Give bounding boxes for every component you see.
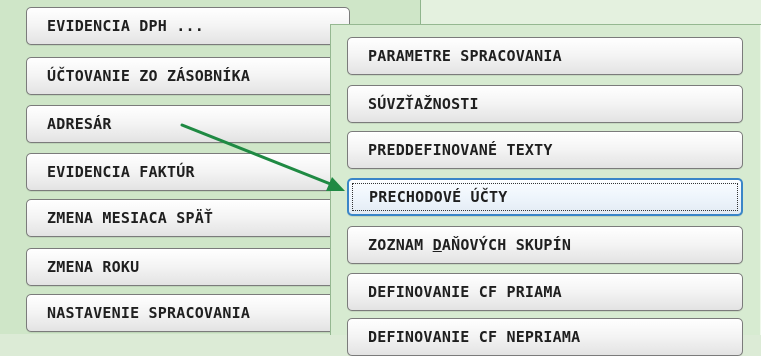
menu-item-evidencia-faktur[interactable]: EVIDENCIA FAKTÚR	[26, 153, 350, 191]
menu-item-evidencia-dph[interactable]: EVIDENCIA DPH ...	[26, 7, 350, 45]
menu-item-zmena-mesiaca-spat[interactable]: ZMENA MESIACA SPÄŤ	[26, 199, 350, 237]
submenu-item-suvztaznosti[interactable]: SÚVZŤAŽNOSTI	[347, 85, 743, 123]
submenu-item-preddefinovane-texty[interactable]: PREDDEFINOVANÉ TEXTY	[347, 131, 743, 169]
submenu-item-definovanie-cf-priama[interactable]: DEFINOVANIE CF PRIAMA	[347, 273, 743, 311]
submenu-item-hotkey-letter: D	[432, 236, 442, 254]
menu-item-nastavenie-spracovania[interactable]: NASTAVENIE SPRACOVANIA	[26, 294, 350, 332]
submenu-item-prechodove-ucty[interactable]: PRECHODOVÉ ÚČTY	[347, 178, 743, 216]
submenu-item-label-suffix: AŇOVÝCH SKUPÍN	[441, 236, 572, 254]
submenu-item-zoznam-danovych-skupin[interactable]: ZOZNAM D AŇOVÝCH SKUPÍN	[347, 226, 743, 264]
submenu-item-label-prefix: ZOZNAM	[368, 236, 433, 254]
menu-item-zmena-roku[interactable]: ZMENA ROKU	[26, 248, 350, 286]
submenu-item-parametre-spracovania[interactable]: PARAMETRE SPRACOVANIA	[347, 37, 743, 75]
menu-item-adresar[interactable]: ADRESÁR	[26, 105, 350, 143]
submenu-item-definovanie-cf-nepriama[interactable]: DEFINOVANIE CF NEPRIAMA	[347, 318, 743, 356]
menu-item-uctovanie-zo-zasobnika[interactable]: ÚČTOVANIE ZO ZÁSOBNÍKA	[26, 57, 350, 95]
